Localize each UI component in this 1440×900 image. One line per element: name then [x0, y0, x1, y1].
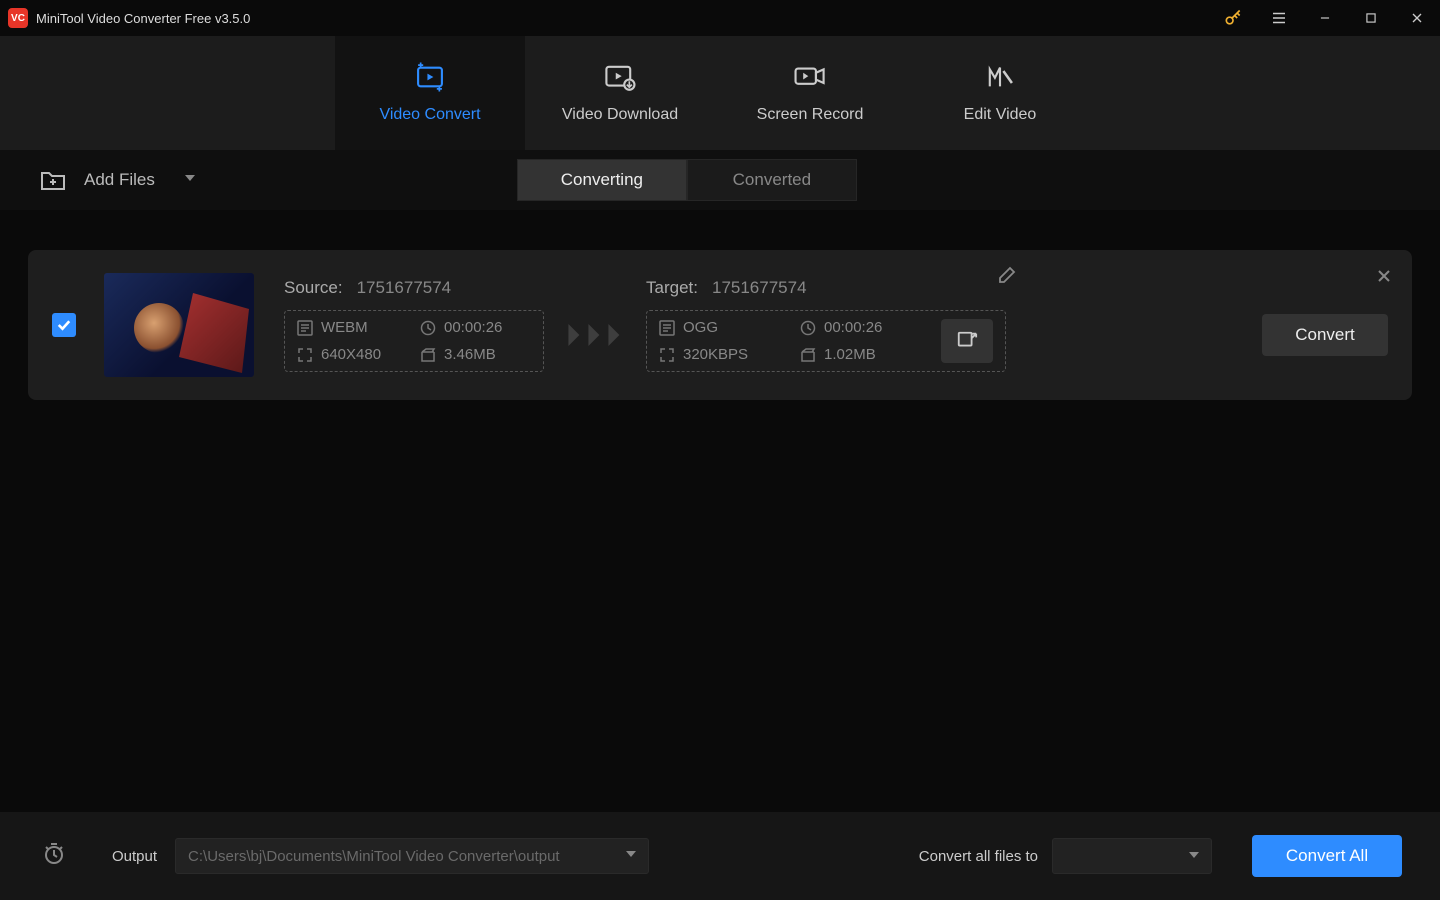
- target-label: Target:: [646, 278, 698, 298]
- output-path-value: C:\Users\bj\Documents\MiniTool Video Con…: [188, 848, 560, 865]
- size-icon: [420, 347, 436, 363]
- resolution-icon: [659, 347, 675, 363]
- convert-all-format-select[interactable]: [1052, 838, 1212, 874]
- target-size: 1.02MB: [800, 346, 929, 363]
- convert-icon: [413, 62, 447, 92]
- app-icon: VC: [8, 8, 28, 28]
- menu-icon[interactable]: [1256, 0, 1302, 36]
- app-title: MiniTool Video Converter Free v3.5.0: [36, 11, 250, 26]
- chevron-down-icon: [1187, 848, 1201, 867]
- download-icon: [603, 62, 637, 92]
- target-format: OGG: [659, 319, 788, 336]
- remove-item-icon[interactable]: [1376, 268, 1392, 289]
- tab-video-download[interactable]: Video Download: [525, 36, 715, 150]
- source-format: WEBM: [297, 319, 408, 336]
- maximize-button[interactable]: [1348, 0, 1394, 36]
- bottom-bar: Output C:\Users\bj\Documents\MiniTool Vi…: [0, 812, 1440, 900]
- subtab-converting[interactable]: Converting: [517, 159, 687, 201]
- resolution-icon: [297, 347, 313, 363]
- source-block: Source: 1751677574 WEBM 00:00:26 640X480: [284, 278, 544, 372]
- edit-video-icon: [983, 62, 1017, 92]
- record-icon: [793, 62, 827, 92]
- file-item: Source: 1751677574 WEBM 00:00:26 640X480: [28, 250, 1412, 400]
- minimize-button[interactable]: [1302, 0, 1348, 36]
- close-button[interactable]: [1394, 0, 1440, 36]
- clock-icon: [420, 320, 436, 336]
- subtab-converted[interactable]: Converted: [687, 159, 857, 201]
- add-folder-icon: [40, 167, 66, 193]
- file-thumbnail[interactable]: [104, 273, 254, 377]
- output-path-select[interactable]: C:\Users\bj\Documents\MiniTool Video Con…: [175, 838, 649, 874]
- tab-label: Video Download: [562, 106, 678, 124]
- arrow-icon: [566, 304, 624, 346]
- titlebar: VC MiniTool Video Converter Free v3.5.0: [0, 0, 1440, 36]
- tab-label: Video Convert: [379, 106, 480, 124]
- key-icon[interactable]: [1210, 0, 1256, 36]
- convert-all-files-label: Convert all files to: [919, 848, 1038, 865]
- file-checkbox[interactable]: [52, 313, 76, 337]
- toolbar: Add Files Converting Converted: [0, 150, 1440, 210]
- convert-button[interactable]: Convert: [1262, 314, 1388, 356]
- source-name: 1751677574: [357, 278, 452, 298]
- main-tabs: Video Convert Video Download Screen Reco…: [0, 36, 1440, 150]
- tab-screen-record[interactable]: Screen Record: [715, 36, 905, 150]
- convert-all-button[interactable]: Convert All: [1252, 835, 1402, 877]
- target-bitrate: 320KBPS: [659, 346, 788, 363]
- source-resolution: 640X480: [297, 346, 408, 363]
- tab-video-convert[interactable]: Video Convert: [335, 36, 525, 150]
- subtabs: Converting Converted: [517, 159, 857, 201]
- source-size: 3.46MB: [420, 346, 531, 363]
- output-label: Output: [112, 848, 157, 865]
- source-duration: 00:00:26: [420, 319, 531, 336]
- chevron-down-icon: [624, 847, 638, 865]
- tab-edit-video[interactable]: Edit Video: [905, 36, 1095, 150]
- add-files-button[interactable]: Add Files: [40, 167, 197, 193]
- target-block: Target: 1751677574 OGG 00:00:26 320KBPS: [646, 278, 1006, 372]
- add-files-label: Add Files: [84, 170, 155, 190]
- target-name: 1751677574: [712, 278, 807, 298]
- tab-label: Edit Video: [964, 106, 1037, 124]
- target-duration: 00:00:26: [800, 319, 929, 336]
- source-label: Source:: [284, 278, 343, 298]
- edit-target-icon[interactable]: [998, 266, 1016, 289]
- source-info-box: WEBM 00:00:26 640X480 3.46MB: [284, 310, 544, 372]
- target-info-box: OGG 00:00:26 320KBPS 1.02MB: [659, 319, 929, 363]
- target-settings-button[interactable]: [941, 319, 993, 363]
- size-icon: [800, 347, 816, 363]
- tab-label: Screen Record: [757, 106, 864, 124]
- format-icon: [297, 320, 313, 336]
- timer-icon[interactable]: [42, 842, 66, 871]
- file-list: Source: 1751677574 WEBM 00:00:26 640X480: [0, 210, 1440, 812]
- clock-icon: [800, 320, 816, 336]
- add-files-caret-icon[interactable]: [183, 170, 197, 190]
- format-icon: [659, 320, 675, 336]
